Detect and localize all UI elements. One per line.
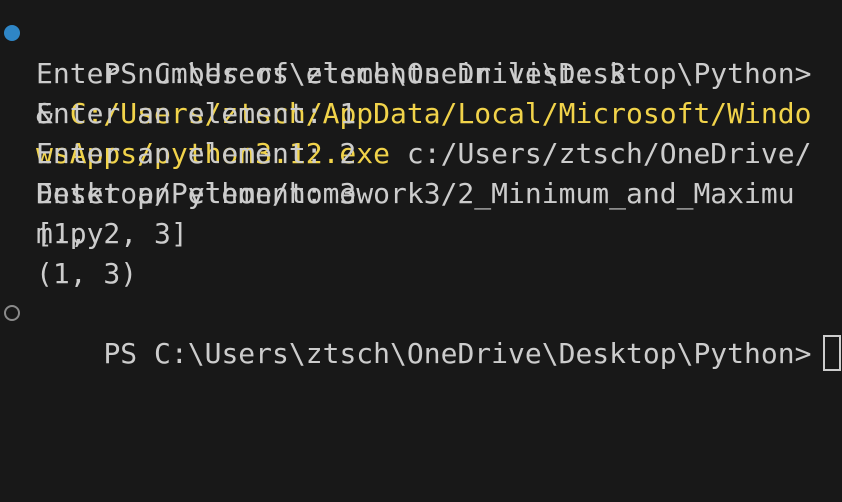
output-line: (1, 3) (36, 257, 138, 290)
command-line[interactable]: PS C:\Users\ztsch\OneDrive\Desktop\Pytho… (0, 14, 826, 250)
output-line: [1, 2, 3] (36, 217, 188, 250)
terminal-cursor-icon (823, 335, 842, 371)
current-prompt: PS C:\Users\ztsch\OneDrive\Desktop\Pytho… (103, 337, 812, 370)
command-success-decoration-icon[interactable] (4, 25, 20, 41)
output-line: Enter number of elements in list: 3 (36, 57, 627, 90)
output-line: Enter an element: 1 (36, 97, 357, 130)
output-line: Enter an element: 3 (36, 177, 357, 210)
prompt-pending-decoration-icon[interactable] (4, 305, 20, 321)
current-prompt-line[interactable]: PS C:\Users\ztsch\OneDrive\Desktop\Pytho… (0, 294, 842, 371)
terminal-panel[interactable]: PS C:\Users\ztsch\OneDrive\Desktop\Pytho… (0, 14, 842, 371)
output-line: Enter an element: 2 (36, 137, 357, 170)
